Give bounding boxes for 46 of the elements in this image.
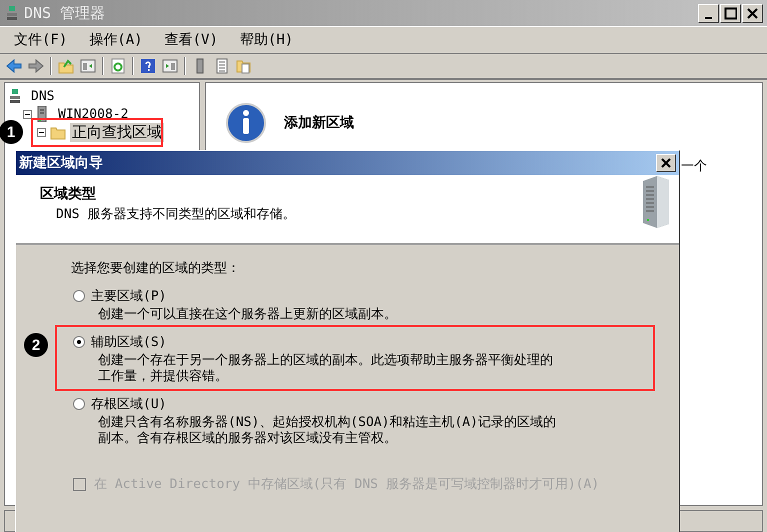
tree-item[interactable]: DNS bbox=[29, 88, 56, 104]
option-label[interactable]: 主要区域(P) bbox=[91, 287, 166, 305]
close-icon bbox=[660, 157, 672, 169]
callout-badge: 2 bbox=[24, 333, 48, 357]
forward-arrow-icon bbox=[28, 58, 44, 74]
console-tree-icon bbox=[80, 58, 96, 74]
option-description: 创建只含有名称服务器(NS)、起始授权机构(SOA)和粘连主机(A)记录的区域的副本。含有存根区域的服务器对该区域没有主管权。 bbox=[97, 415, 557, 447]
maximize-icon bbox=[724, 6, 737, 20]
details-heading: 添加新区域 bbox=[284, 114, 354, 132]
close-icon bbox=[746, 6, 759, 20]
collapse-toggle[interactable] bbox=[23, 110, 32, 118]
option-description: 创建一个存在于另一个服务器上的区域的副本。此选项帮助主服务器平衡处理的工作量，并提供容错。 bbox=[97, 353, 554, 385]
minimize-button[interactable] bbox=[698, 4, 719, 22]
radio-button[interactable] bbox=[73, 290, 85, 302]
menu-item[interactable]: 文件(F) bbox=[14, 31, 68, 49]
radio-button[interactable] bbox=[73, 398, 85, 410]
menu-item[interactable]: 操作(A) bbox=[89, 31, 143, 49]
option-label[interactable]: 存根区域(U) bbox=[91, 395, 166, 413]
radio-button[interactable] bbox=[73, 336, 85, 348]
window-title: DNS 管理器 bbox=[24, 4, 106, 22]
back-arrow-icon bbox=[6, 58, 22, 74]
folder-document-icon bbox=[236, 58, 252, 74]
close-button[interactable] bbox=[656, 154, 676, 172]
details-text: 一个 bbox=[681, 158, 707, 175]
option-description: 创建一个可以直接在这个服务器上更新的区域副本。 bbox=[97, 307, 398, 323]
menu-item[interactable]: 查看(V) bbox=[164, 31, 218, 49]
list-icon bbox=[214, 58, 230, 74]
section-subtitle: DNS 服务器支持不同类型的区域和存储。 bbox=[55, 206, 296, 223]
callout-badge: 1 bbox=[0, 120, 23, 144]
folder-up-icon bbox=[58, 58, 74, 74]
minimize-icon bbox=[705, 16, 712, 18]
menu-item[interactable]: 帮助(H) bbox=[240, 31, 294, 49]
collapse-toggle[interactable] bbox=[37, 128, 46, 136]
refresh-icon bbox=[110, 58, 126, 74]
info-icon bbox=[226, 103, 266, 143]
option-label[interactable]: 辅助区域(S) bbox=[91, 333, 166, 351]
tree-item[interactable]: 正向查找区域 bbox=[70, 122, 164, 142]
dialog-title: 新建区域向导 bbox=[19, 154, 103, 172]
help-icon bbox=[140, 58, 156, 74]
tree-item[interactable]: WIN2008-2 bbox=[56, 106, 130, 122]
close-button[interactable] bbox=[742, 4, 763, 22]
app-icon bbox=[6, 5, 18, 21]
section-title: 区域类型 bbox=[40, 185, 97, 203]
maximize-button[interactable] bbox=[720, 4, 741, 22]
action-pane-icon bbox=[162, 58, 178, 74]
prompt-text: 选择您要创建的区域的类型： bbox=[71, 260, 241, 277]
